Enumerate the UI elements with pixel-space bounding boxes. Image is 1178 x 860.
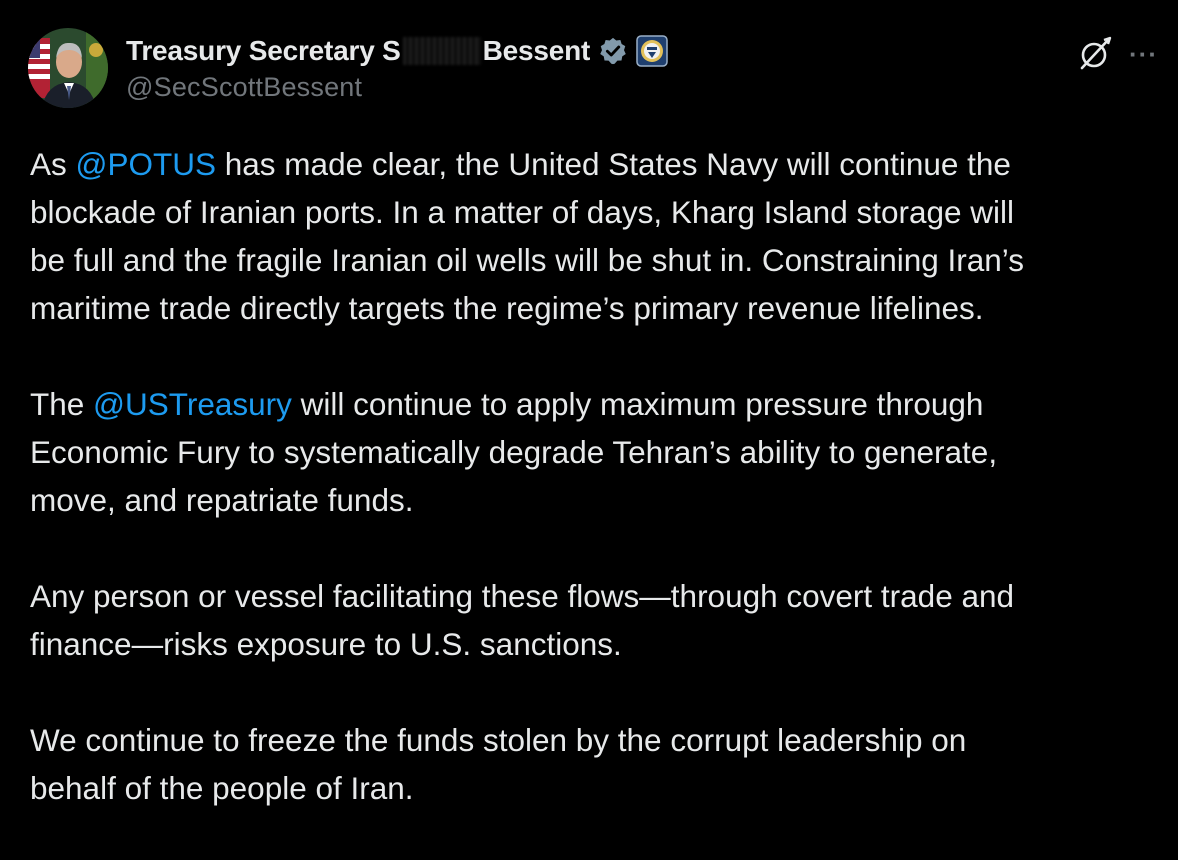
text-line: The @USTreasury will continue to apply m… (30, 380, 1160, 428)
redacted-text (402, 37, 481, 65)
display-name-part-2[interactable]: Bessent (483, 35, 591, 67)
text-line: behalf of the people of Iran. (30, 770, 414, 806)
text-line: Economic Fury to systematically degrade … (30, 434, 998, 470)
post: Treasury Secretary S Bessent @SecScottBe… (0, 0, 1178, 820)
text-line: be full and the fragile Iranian oil well… (30, 242, 1024, 278)
text-line: Any person or vessel facilitating these … (30, 578, 1015, 614)
grok-icon[interactable] (1077, 36, 1113, 72)
text-line: We continue to freeze the funds stolen b… (30, 722, 967, 758)
post-text: As @POTUS has made clear, the United Sta… (30, 140, 1160, 860)
mention-link-ustreasury[interactable]: @USTreasury (93, 386, 292, 422)
paragraph-4: We continue to freeze the funds stolen b… (30, 716, 1160, 812)
paragraph-2: The @USTreasury will continue to apply m… (30, 380, 1160, 524)
text-segment: will continue to apply maximum pressure … (291, 386, 984, 422)
text-line: finance—risks exposure to U.S. sanctions… (30, 626, 622, 662)
text-segment: has made clear, the United States Navy w… (216, 146, 1011, 182)
post-header: Treasury Secretary S Bessent @SecScottBe… (28, 28, 1158, 110)
text-line: maritime trade directly targets the regi… (30, 290, 984, 326)
paragraph-1: As @POTUS has made clear, the United Sta… (30, 140, 1160, 332)
avatar[interactable] (28, 28, 108, 108)
text-segment: The (30, 386, 94, 422)
text-line: As @POTUS has made clear, the United Sta… (30, 140, 1160, 188)
treasury-seal-icon[interactable] (636, 35, 668, 67)
more-options-icon[interactable]: ··· (1129, 41, 1158, 67)
display-name-part-1[interactable]: Treasury Secretary S (126, 35, 401, 67)
author-names: Treasury Secretary S Bessent @SecScottBe… (126, 32, 668, 103)
paragraph-3: Any person or vessel facilitating these … (30, 572, 1160, 668)
text-line: move, and repatriate funds. (30, 482, 414, 518)
mention-link-potus[interactable]: @POTUS (76, 146, 217, 182)
post-actions: ··· (1077, 36, 1158, 72)
text-segment: As (30, 146, 76, 182)
text-line: blockade of Iranian ports. In a matter o… (30, 194, 1015, 230)
verified-badge-icon[interactable] (598, 36, 628, 66)
user-handle[interactable]: @SecScottBessent (126, 72, 668, 103)
display-name-row[interactable]: Treasury Secretary S Bessent (126, 32, 668, 70)
